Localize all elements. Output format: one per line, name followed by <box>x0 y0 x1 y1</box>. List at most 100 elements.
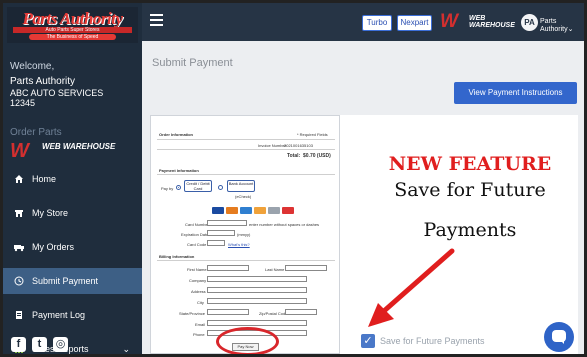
expiration-label: Expiration Date <box>181 232 209 237</box>
account-number: 12345 <box>10 98 36 108</box>
main-content: Submit Payment View Payment Instructions… <box>142 41 584 354</box>
zip-input[interactable] <box>285 309 317 315</box>
sidebar-item-my-orders[interactable]: My Orders <box>3 234 142 260</box>
ww-text: WEB WAREHOUSE <box>42 142 116 151</box>
diners-icon <box>282 207 294 214</box>
sidebar-item-label: My Orders <box>32 242 75 252</box>
feature-text-line-1: Save for Future <box>394 179 546 201</box>
expiration-input[interactable] <box>207 230 235 236</box>
new-feature-heading: NEW FEATURE <box>388 153 552 175</box>
chevron-down-icon: ⌄ <box>122 344 130 354</box>
sidebar-item-submit-payment[interactable]: Submit Payment <box>3 268 142 294</box>
discover-icon <box>254 207 266 214</box>
sidebar: Parts Authority Auto Parts Super Stores … <box>3 3 142 354</box>
address-label: Address <box>191 289 206 294</box>
expiration-hint: (mmyy) <box>237 232 251 237</box>
chat-button[interactable] <box>544 322 574 352</box>
city-input[interactable] <box>207 298 307 304</box>
account-name: ABC AUTO SERVICES <box>10 88 104 98</box>
invoice-value: 2021001635103 <box>284 143 313 148</box>
whats-this-link[interactable]: What's this? <box>228 242 250 247</box>
nexpart-button[interactable]: Nexpart <box>397 15 432 31</box>
truck-icon <box>13 242 25 252</box>
chevron-down-icon: ⌄ <box>567 26 574 33</box>
card-number-label: Card Number <box>185 222 210 227</box>
save-for-future-label: Save for Future Payments <box>380 336 485 346</box>
user-menu-label: Parts Authority <box>540 18 568 33</box>
sidebar-item-label: Home <box>32 174 57 184</box>
zip-label: Zip/Postal Code <box>259 311 288 316</box>
card-logos <box>212 207 294 214</box>
top-bar: Turbo Nexpart W WEB WAREHOUSE PA Parts A… <box>142 3 584 41</box>
avatar[interactable]: PA <box>521 14 538 31</box>
billing-info-heading: Billing Information <box>159 254 195 259</box>
mastercard-icon <box>226 207 238 214</box>
last-name-label: Last Name <box>265 267 285 272</box>
total-label: Total: <box>287 153 301 159</box>
web-warehouse-logo[interactable]: W WEB WAREHOUSE <box>10 141 130 161</box>
instagram-icon[interactable]: ◎ <box>53 337 68 352</box>
sidebar-item-my-store[interactable]: My Store <box>3 200 142 226</box>
app-window: Parts Authority Auto Parts Super Stores … <box>0 0 587 357</box>
save-for-future-checkbox[interactable]: ✓ <box>361 334 375 348</box>
ww-mark: W <box>10 140 29 162</box>
pay-by-label: Pay by <box>161 186 174 191</box>
user-menu[interactable]: Parts Authority⌄ <box>540 18 584 33</box>
menu-icon[interactable] <box>150 14 163 26</box>
payment-info-heading: Payment Information <box>159 168 199 173</box>
sidebar-nav: Home My Store My Orders Submit Payment P… <box>3 166 142 354</box>
sidebar-item-label: Payment Log <box>32 310 86 320</box>
logo-title: Parts Authority <box>22 9 123 28</box>
bank-account-radio[interactable] <box>218 185 223 190</box>
email-input[interactable] <box>207 320 307 326</box>
amex-icon <box>240 207 252 214</box>
visa-icon <box>212 207 224 214</box>
page-title: Submit Payment <box>152 57 233 69</box>
sidebar-item-home[interactable]: Home <box>3 166 142 192</box>
welcome-text: Welcome, <box>10 61 55 72</box>
document-icon <box>13 310 25 320</box>
ww-mark: W <box>440 11 458 32</box>
sidebar-item-payment-log[interactable]: Payment Log <box>3 302 142 328</box>
pointer-arrow <box>368 248 455 327</box>
sidebar-item-label: Submit Payment <box>32 276 99 286</box>
address-input[interactable] <box>207 287 307 293</box>
company-label: Company <box>189 278 207 283</box>
card-code-label: Card Code <box>187 242 207 247</box>
card-number-hint: enter number without spaces or dashes <box>249 222 320 227</box>
payment-form: Order Information * Required Fields Invo… <box>150 115 340 354</box>
last-name-input[interactable] <box>285 265 327 271</box>
total-value: $0.70 (USD) <box>303 153 331 159</box>
view-payment-instructions-button[interactable]: View Payment Instructions <box>454 82 577 104</box>
social-links: f t ◎ <box>11 337 68 353</box>
required-note: * Required Fields <box>297 132 328 137</box>
home-icon <box>13 174 25 184</box>
card-code-input[interactable] <box>207 240 225 246</box>
clock-icon <box>13 276 25 286</box>
company-name: Parts Authority <box>10 76 76 87</box>
first-name-input[interactable] <box>207 265 249 271</box>
order-parts-heading: Order Parts <box>10 127 62 138</box>
web-warehouse-logo[interactable]: W WEB WAREHOUSE <box>440 12 518 32</box>
first-name-label: First Name <box>187 267 207 272</box>
company-input[interactable] <box>207 276 307 282</box>
logo-subtitle: Auto Parts Super Stores <box>13 27 132 33</box>
turbo-button[interactable]: Turbo <box>362 15 392 31</box>
order-info-heading: Order Information <box>159 132 194 137</box>
card-number-input[interactable] <box>207 220 247 226</box>
facebook-icon[interactable]: f <box>11 337 26 352</box>
ww-text: WEB WAREHOUSE <box>469 15 515 29</box>
bank-account-option[interactable]: Bank Account <box>227 180 255 192</box>
credit-card-option[interactable]: Credit / Debit Card <box>184 180 212 192</box>
parts-authority-logo[interactable]: Parts Authority Auto Parts Super Stores … <box>7 7 138 43</box>
account-info: ABC AUTO SERVICES 12345 <box>10 88 130 108</box>
state-input[interactable] <box>207 309 249 315</box>
bank-sub-label: (eCheck) <box>235 194 252 199</box>
logo-tagline: The Business of Speed <box>29 34 116 40</box>
twitter-icon[interactable]: t <box>32 337 47 352</box>
phone-label: Phone <box>193 332 205 337</box>
credit-card-radio[interactable] <box>176 185 181 190</box>
pay-now-highlight <box>216 327 279 354</box>
sidebar-item-label: My Store <box>32 208 69 218</box>
invoice-label: Invoice Number: <box>258 143 288 148</box>
